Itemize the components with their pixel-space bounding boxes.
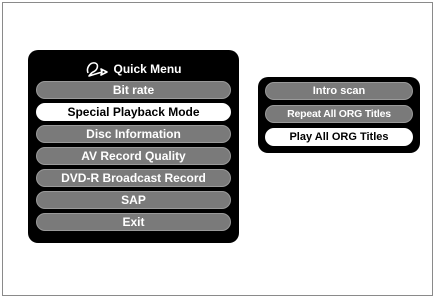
menu-item-av-record-quality[interactable]: AV Record Quality [36, 147, 231, 165]
submenu-item-intro-scan[interactable]: Intro scan [265, 82, 413, 100]
playback-submenu-panel: Intro scan Repeat All ORG Titles Play Al… [258, 77, 420, 153]
menu-item-sap[interactable]: SAP [36, 191, 231, 209]
menu-item-bit-rate[interactable]: Bit rate [36, 81, 231, 99]
quick-menu-header: Quick Menu [36, 58, 231, 80]
screen-frame: Quick Menu Bit rate Special Playback Mod… [2, 2, 433, 296]
submenu-item-play-all-org-titles[interactable]: Play All ORG Titles [265, 128, 413, 146]
menu-item-dvd-r-broadcast-record[interactable]: DVD-R Broadcast Record [36, 169, 231, 187]
submenu-item-repeat-all-org-titles[interactable]: Repeat All ORG Titles [265, 105, 413, 123]
quick-menu-title: Quick Menu [113, 62, 182, 76]
menu-item-disc-information[interactable]: Disc Information [36, 125, 231, 143]
menu-item-special-playback-mode[interactable]: Special Playback Mode [36, 103, 231, 121]
quick-menu-panel: Quick Menu Bit rate Special Playback Mod… [28, 50, 239, 243]
menu-item-exit[interactable]: Exit [36, 213, 231, 231]
pioneer-logo-icon [85, 60, 109, 78]
